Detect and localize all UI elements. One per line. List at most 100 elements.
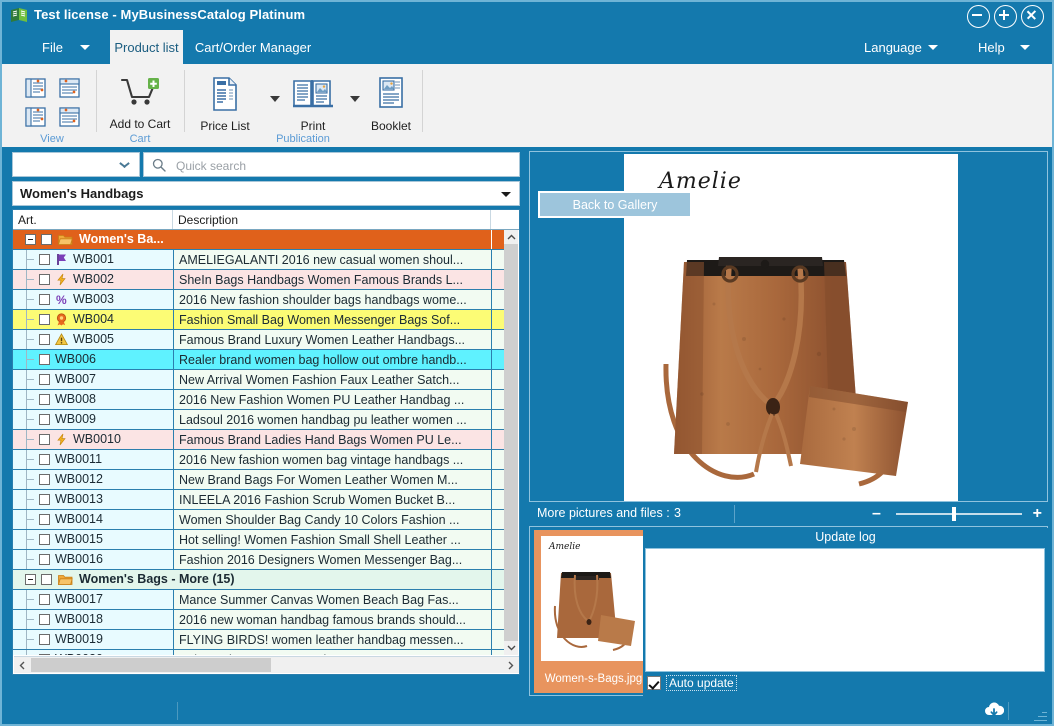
- back-to-gallery-button[interactable]: Back to Gallery: [538, 191, 692, 218]
- row-checkbox[interactable]: [39, 454, 50, 465]
- table-row[interactable]: WB001 AMELIEGALANTI 2016 new casual women…: [13, 250, 505, 270]
- table-row[interactable]: WB0015 Hot selling! Women Fashion Small S…: [13, 530, 505, 550]
- row-checkbox[interactable]: [39, 354, 50, 365]
- attachment-thumbnail[interactable]: Amelie Women-s-Bags.jpg: [534, 530, 653, 693]
- table-row[interactable]: WB0017 Mance Summer Canvas Women Beach Ba…: [13, 590, 505, 610]
- maximize-button[interactable]: [994, 5, 1017, 28]
- table-row[interactable]: WB0010 Famous Brand Ladies Hand Bags Wome…: [13, 430, 505, 450]
- group-checkbox[interactable]: [41, 234, 52, 245]
- cell-art: WB0011: [55, 452, 103, 466]
- row-checkbox[interactable]: [39, 394, 50, 405]
- table-row[interactable]: WB005 Famous Brand Luxury Women Leather H…: [13, 330, 505, 350]
- group-header-row[interactable]: Women's Bags - More (15): [13, 570, 505, 590]
- document-list-icon: [208, 76, 242, 117]
- row-checkbox[interactable]: [39, 594, 50, 605]
- zoom-slider-handle[interactable]: [952, 507, 956, 521]
- row-checkbox[interactable]: [39, 254, 50, 265]
- tab-cart-order-manager[interactable]: Cart/Order Manager: [185, 30, 321, 64]
- row-checkbox[interactable]: [39, 294, 50, 305]
- table-row[interactable]: WB004 Fashion Small Bag Women Messenger B…: [13, 310, 505, 330]
- view-grid-3-icon[interactable]: [24, 106, 50, 128]
- column-header-extra[interactable]: [491, 210, 519, 229]
- view-grid-1-icon[interactable]: [24, 77, 50, 99]
- hscroll-thumb[interactable]: [31, 658, 271, 672]
- category-selector[interactable]: Women's Handbags: [12, 181, 520, 206]
- auto-update-checkbox[interactable]: Auto update: [647, 674, 737, 692]
- table-row[interactable]: WB009 Ladsoul 2016 women handbag pu leath…: [13, 410, 505, 430]
- group-header-row-selected[interactable]: Women's Ba...: [13, 230, 505, 250]
- help-menu-button[interactable]: Help: [968, 30, 1042, 64]
- column-header-description[interactable]: Description: [173, 210, 491, 229]
- minimize-button[interactable]: [967, 5, 990, 28]
- zoom-in-button[interactable]: +: [1033, 505, 1042, 523]
- update-log-textarea[interactable]: [645, 548, 1045, 672]
- zoom-slider-control[interactable]: – +: [872, 505, 1042, 523]
- table-row[interactable]: WB008 2016 New Fashion Women PU Leather H…: [13, 390, 505, 410]
- add-to-cart-button[interactable]: Add to Cart: [101, 76, 179, 131]
- row-checkbox[interactable]: [39, 654, 50, 655]
- row-checkbox[interactable]: [39, 494, 50, 505]
- row-checkbox[interactable]: [39, 634, 50, 645]
- print-button[interactable]: Print: [286, 76, 340, 133]
- grid-vertical-scrollbar[interactable]: [504, 230, 518, 655]
- row-checkbox[interactable]: [39, 554, 50, 565]
- zoom-out-button[interactable]: –: [872, 505, 881, 523]
- view-grid-2-icon[interactable]: [58, 77, 84, 99]
- table-row[interactable]: WB0011 2016 New fashion women bag vintage…: [13, 450, 505, 470]
- price-list-dropdown-icon[interactable]: [270, 96, 280, 102]
- filter-dropdown[interactable]: [12, 152, 140, 177]
- quick-search-box[interactable]: [143, 152, 520, 177]
- row-checkbox[interactable]: [39, 474, 50, 485]
- table-row[interactable]: WB002 SheIn Bags Handbags Women Famous Br…: [13, 270, 505, 290]
- price-list-button[interactable]: Price List: [190, 76, 260, 133]
- row-checkbox[interactable]: [39, 274, 50, 285]
- print-dropdown-icon[interactable]: [350, 96, 360, 102]
- table-row[interactable]: WB0018 2016 new woman handbag famous bran…: [13, 610, 505, 630]
- table-row[interactable]: WB0012 New Brand Bags For Women Leather W…: [13, 470, 505, 490]
- flag-icon: [55, 253, 68, 266]
- divider: [422, 70, 423, 132]
- attachments-count: 3: [674, 506, 681, 520]
- row-checkbox[interactable]: [39, 434, 50, 445]
- group-checkbox[interactable]: [41, 574, 52, 585]
- zoom-slider-track[interactable]: [896, 513, 1022, 515]
- grid-horizontal-scrollbar[interactable]: [14, 656, 519, 673]
- warning-icon: [54, 333, 69, 346]
- table-row[interactable]: % WB003 2016 New fashion shoulder bags han…: [13, 290, 505, 310]
- table-row[interactable]: WB007 New Arrival Women Fashion Faux Leat…: [13, 370, 505, 390]
- cloud-download-icon[interactable]: [984, 702, 1005, 719]
- collapse-toggle-icon[interactable]: [25, 234, 36, 245]
- collapse-toggle-icon[interactable]: [25, 574, 36, 585]
- booklet-button[interactable]: Booklet: [362, 76, 420, 133]
- row-checkbox[interactable]: [39, 534, 50, 545]
- file-menu-button[interactable]: File: [24, 30, 102, 64]
- scroll-down-icon[interactable]: [504, 641, 518, 655]
- table-row[interactable]: WB0019 FLYING BIRDS! women leather handba…: [13, 630, 505, 650]
- row-checkbox[interactable]: [39, 514, 50, 525]
- row-checkbox[interactable]: [39, 614, 50, 625]
- table-row[interactable]: WB006 Realer brand women bag hollow out o…: [13, 350, 505, 370]
- table-row[interactable]: WB0014 Women Shoulder Bag Candy 10 Colors…: [13, 510, 505, 530]
- scroll-up-icon[interactable]: [504, 230, 518, 244]
- scroll-right-icon[interactable]: [503, 657, 519, 673]
- table-row[interactable]: WB0016 Fashion 2016 Designers Women Messe…: [13, 550, 505, 570]
- row-checkbox[interactable]: [39, 314, 50, 325]
- row-checkbox[interactable]: [39, 334, 50, 345]
- cell-description: SheIn Bags Handbags Women Famous Brands …: [174, 270, 491, 289]
- cell-art: WB0015: [55, 532, 103, 546]
- row-checkbox[interactable]: [39, 414, 50, 425]
- tab-product-list[interactable]: Product list: [110, 30, 183, 64]
- close-button[interactable]: [1021, 5, 1044, 28]
- chevron-down-icon: [80, 45, 90, 50]
- scroll-left-icon[interactable]: [14, 657, 30, 673]
- resize-grip[interactable]: [1033, 707, 1047, 721]
- table-row[interactable]: WB0020 Bolsa Bolsos Carteras Mujer Marca …: [13, 650, 505, 655]
- language-menu-button[interactable]: Language: [854, 30, 950, 64]
- row-checkbox[interactable]: [39, 374, 50, 385]
- search-input[interactable]: [174, 156, 508, 176]
- column-header-art[interactable]: Art.: [13, 210, 173, 229]
- window-controls: [967, 5, 1044, 28]
- table-row[interactable]: WB0013 INLEELA 2016 Fashion Scrub Women B…: [13, 490, 505, 510]
- add-to-cart-label: Add to Cart: [109, 117, 171, 131]
- view-grid-4-icon[interactable]: [58, 106, 84, 128]
